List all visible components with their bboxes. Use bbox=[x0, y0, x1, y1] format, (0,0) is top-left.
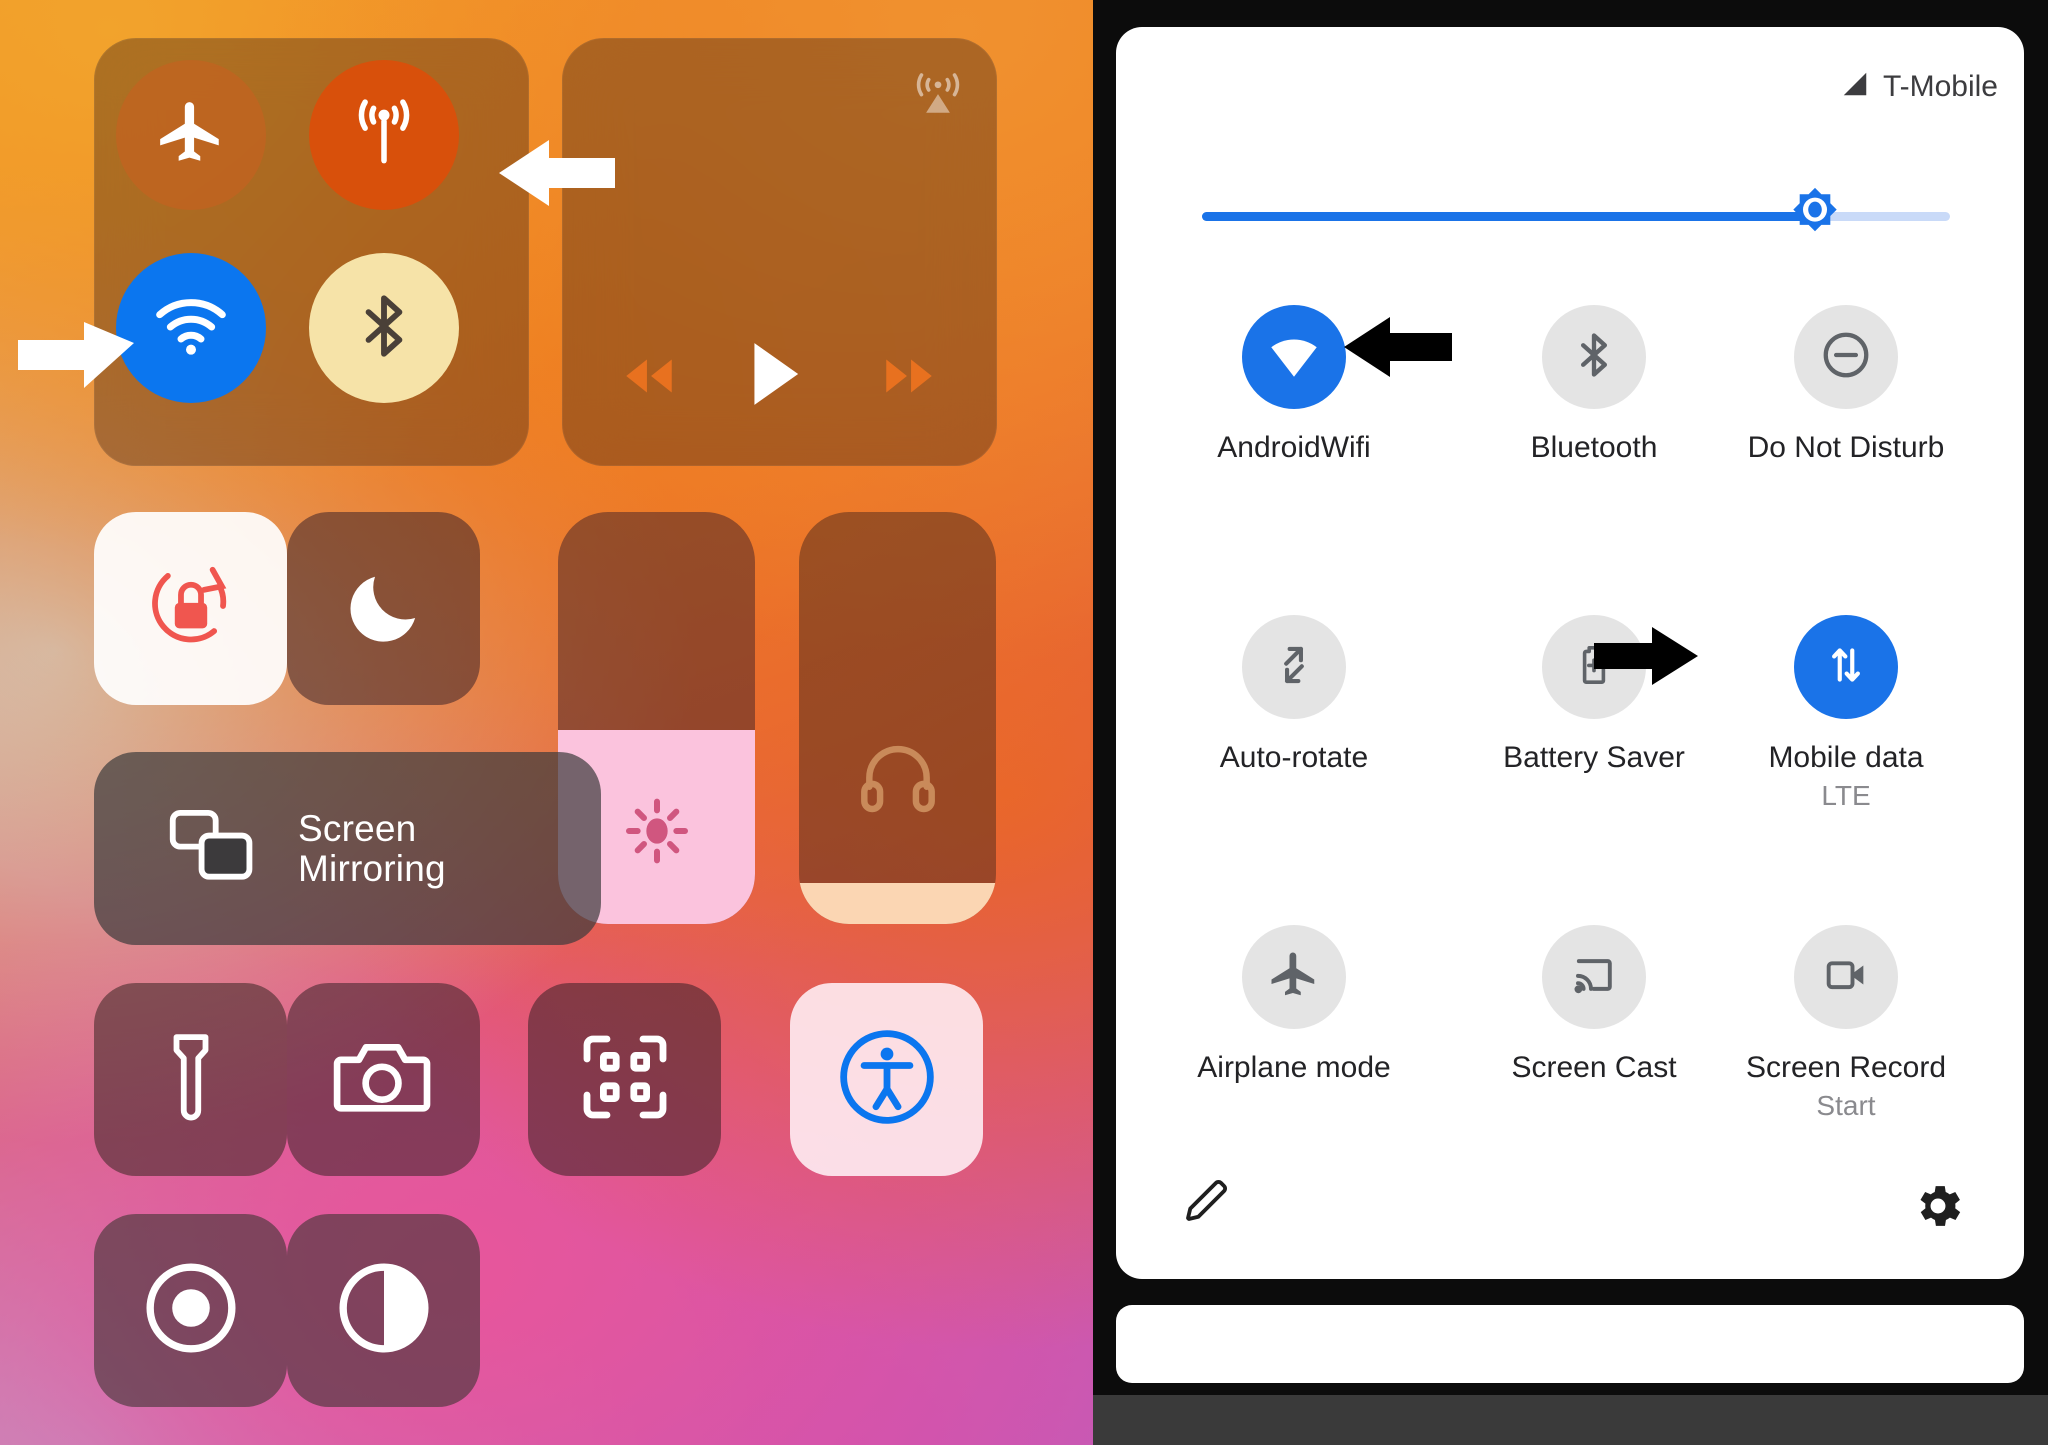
brightness-sun-icon bbox=[617, 791, 697, 876]
ios-flashlight-toggle[interactable] bbox=[94, 983, 287, 1176]
tile-auto-rotate-circle[interactable] bbox=[1242, 615, 1346, 719]
brightness-slider-knob[interactable] bbox=[1784, 185, 1846, 247]
tile-do-not-disturb-circle[interactable] bbox=[1794, 305, 1898, 409]
arrow-pointing-at-mobile-data bbox=[1590, 615, 1706, 702]
flashlight-icon bbox=[162, 1029, 220, 1130]
airplane-icon bbox=[1267, 948, 1321, 1007]
tile-screen-record-label: Screen Record bbox=[1745, 1051, 1947, 1084]
tile-mobile-data-label: Mobile data bbox=[1768, 741, 1924, 774]
tile-airplane-mode-circle[interactable] bbox=[1242, 925, 1346, 1029]
ios-screen-record-toggle[interactable] bbox=[94, 1214, 287, 1407]
wifi-icon bbox=[151, 286, 231, 371]
tile-do-not-disturb[interactable]: Do Not Disturb bbox=[1696, 305, 1996, 465]
brightness-slider[interactable] bbox=[1202, 187, 1950, 232]
cellular-antenna-icon bbox=[345, 94, 423, 177]
screen-record-icon bbox=[1820, 949, 1872, 1006]
ios-dark-mode-toggle[interactable] bbox=[287, 1214, 480, 1407]
tile-mobile-data-sublabel: LTE bbox=[1821, 780, 1871, 811]
tile-airplane-mode[interactable]: Airplane mode bbox=[1144, 925, 1444, 1085]
ios-cellular-data-toggle[interactable] bbox=[309, 60, 459, 210]
tile-screen-cast-circle[interactable] bbox=[1542, 925, 1646, 1029]
moon-icon bbox=[339, 561, 429, 656]
tile-androidwifi-label: AndroidWifi bbox=[1217, 431, 1371, 464]
ios-connectivity-card bbox=[94, 38, 529, 466]
record-icon bbox=[142, 1259, 240, 1362]
tile-screen-record-sublabel: Start bbox=[1816, 1090, 1876, 1121]
ios-do-not-disturb-toggle[interactable] bbox=[287, 512, 480, 705]
camera-icon bbox=[332, 1034, 436, 1125]
android-navigation-bar bbox=[1093, 1395, 2048, 1445]
airplay-icon[interactable] bbox=[907, 60, 969, 127]
tile-screen-cast-label: Screen Cast bbox=[1511, 1051, 1677, 1084]
screen-mirroring-label-line1: Screen bbox=[298, 807, 417, 849]
volume-slider-fill bbox=[799, 882, 996, 924]
ios-qr-scanner-button[interactable] bbox=[528, 983, 721, 1176]
play-icon[interactable] bbox=[746, 338, 804, 415]
airplane-icon bbox=[154, 96, 228, 175]
ios-accessibility-toggle[interactable] bbox=[790, 983, 983, 1176]
bluetooth-icon bbox=[1568, 329, 1620, 386]
ios-media-card[interactable] bbox=[562, 38, 997, 466]
pencil-edit-icon[interactable] bbox=[1179, 1174, 1233, 1233]
bluetooth-icon bbox=[347, 289, 421, 368]
ios-screen-mirroring-button[interactable]: Screen Mirroring bbox=[94, 752, 601, 945]
tile-bluetooth-circle[interactable] bbox=[1542, 305, 1646, 409]
ios-airplane-mode-toggle[interactable] bbox=[116, 60, 266, 210]
tile-auto-rotate[interactable]: Auto-rotate bbox=[1144, 615, 1444, 775]
rotation-lock-icon bbox=[137, 552, 245, 665]
quick-settings-sheet: T-Mobile AndroidWifi Bluetooth Do Not Di… bbox=[1116, 27, 2024, 1279]
ios-bluetooth-toggle[interactable] bbox=[309, 253, 459, 403]
tile-mobile-data[interactable]: Mobile data LTE bbox=[1696, 615, 1996, 812]
ios-rotation-lock-toggle[interactable] bbox=[94, 512, 287, 705]
screen-cast-icon bbox=[1568, 949, 1620, 1006]
auto-rotate-icon bbox=[1268, 639, 1320, 696]
arrow-pointing-at-cellular bbox=[493, 128, 623, 223]
tile-bluetooth-label: Bluetooth bbox=[1530, 431, 1658, 464]
rewind-icon[interactable] bbox=[618, 350, 680, 407]
quick-settings-footer bbox=[1116, 1163, 2024, 1233]
fast-forward-icon[interactable] bbox=[878, 350, 940, 407]
mobile-data-icon bbox=[1821, 640, 1871, 695]
arrow-pointing-at-androidwifi bbox=[1338, 305, 1458, 394]
signal-bars-icon bbox=[1840, 69, 1870, 104]
tile-androidwifi-circle[interactable] bbox=[1242, 305, 1346, 409]
android-status-bar: T-Mobile bbox=[1840, 69, 1998, 104]
arrow-pointing-at-wifi bbox=[10, 310, 140, 405]
tile-auto-rotate-label: Auto-rotate bbox=[1219, 741, 1369, 774]
ios-volume-slider[interactable] bbox=[799, 512, 996, 924]
accessibility-icon bbox=[836, 1026, 938, 1133]
tile-airplane-mode-label: Airplane mode bbox=[1197, 1051, 1391, 1084]
gear-settings-icon[interactable] bbox=[1910, 1178, 1966, 1239]
headphones-icon bbox=[855, 733, 941, 824]
screen-mirroring-label-line2: Mirroring bbox=[298, 847, 446, 889]
tile-screen-record-circle[interactable] bbox=[1794, 925, 1898, 1029]
do-not-disturb-icon bbox=[1819, 328, 1873, 387]
android-quick-settings-panel: T-Mobile AndroidWifi Bluetooth Do Not Di… bbox=[1093, 0, 2048, 1445]
tile-battery-saver-label: Battery Saver bbox=[1503, 741, 1685, 774]
quick-settings-lower-bar bbox=[1116, 1305, 2024, 1383]
screen-mirroring-icon bbox=[166, 806, 258, 891]
tile-screen-record[interactable]: Screen Record Start bbox=[1696, 925, 1996, 1122]
tile-do-not-disturb-label: Do Not Disturb bbox=[1747, 431, 1945, 464]
qr-code-icon bbox=[577, 1029, 673, 1130]
ios-camera-button[interactable] bbox=[287, 983, 480, 1176]
ios-control-center-panel: Screen Mirroring bbox=[0, 0, 1093, 1445]
contrast-icon bbox=[335, 1259, 433, 1362]
wifi-icon bbox=[1265, 326, 1323, 389]
tile-mobile-data-circle[interactable] bbox=[1794, 615, 1898, 719]
brightness-slider-fill bbox=[1202, 212, 1816, 221]
carrier-label: T-Mobile bbox=[1882, 69, 1998, 103]
